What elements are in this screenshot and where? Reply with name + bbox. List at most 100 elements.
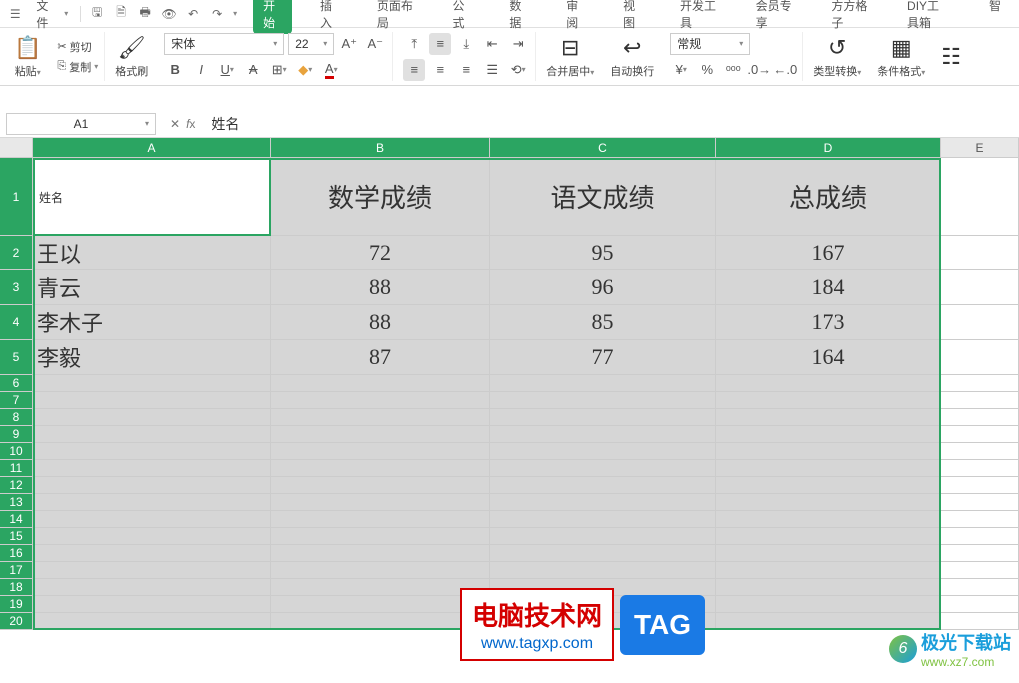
spreadsheet-grid[interactable]: ABCDE 1234567891011121314151617181920 姓名…: [0, 138, 1019, 683]
col-header-C[interactable]: C: [490, 138, 716, 158]
cell-E10[interactable]: [941, 443, 1019, 460]
undo-icon[interactable]: ↶: [185, 6, 201, 22]
cell-D17[interactable]: [716, 562, 941, 579]
cell-D13[interactable]: [716, 494, 941, 511]
row-header-9[interactable]: 9: [0, 426, 33, 443]
italic-button[interactable]: I: [190, 59, 212, 81]
row-header-16[interactable]: 16: [0, 545, 33, 562]
cell-E9[interactable]: [941, 426, 1019, 443]
cell-B9[interactable]: [271, 426, 490, 443]
cell-C11[interactable]: [490, 460, 716, 477]
cell-D11[interactable]: [716, 460, 941, 477]
bold-button[interactable]: B: [164, 59, 186, 81]
cell-D15[interactable]: [716, 528, 941, 545]
cond-format-button[interactable]: ▦ 条件格式▾: [871, 32, 931, 81]
cell-B15[interactable]: [271, 528, 490, 545]
cell-B19[interactable]: [271, 596, 490, 613]
cell-A2[interactable]: 王以: [33, 236, 271, 270]
cell-E4[interactable]: [941, 305, 1019, 340]
tab-formula[interactable]: 公式: [443, 0, 482, 34]
cell-B11[interactable]: [271, 460, 490, 477]
cell-E16[interactable]: [941, 545, 1019, 562]
cell-E8[interactable]: [941, 409, 1019, 426]
cell-D20[interactable]: [716, 613, 941, 630]
align-middle-icon[interactable]: ≡: [429, 33, 451, 55]
borders-button[interactable]: ⊞▾: [268, 59, 290, 81]
cell-D3[interactable]: 184: [716, 270, 941, 305]
row-header-10[interactable]: 10: [0, 443, 33, 460]
increase-indent-icon[interactable]: ⇥: [507, 33, 529, 55]
cell-E17[interactable]: [941, 562, 1019, 579]
row-header-6[interactable]: 6: [0, 375, 33, 392]
fx-icon[interactable]: fx: [186, 117, 195, 131]
cell-E19[interactable]: [941, 596, 1019, 613]
row-header-8[interactable]: 8: [0, 409, 33, 426]
cell-C9[interactable]: [490, 426, 716, 443]
print-icon[interactable]: 🖶: [137, 6, 153, 22]
tab-devtools[interactable]: 开发工具: [670, 0, 728, 34]
strikethrough-button[interactable]: A: [242, 59, 264, 81]
cell-E12[interactable]: [941, 477, 1019, 494]
redo-icon[interactable]: ↷: [209, 6, 225, 22]
cell-C5[interactable]: 77: [490, 340, 716, 375]
row-header-1[interactable]: 1: [0, 158, 33, 236]
row-header-20[interactable]: 20: [0, 613, 33, 630]
decrease-indent-icon[interactable]: ⇤: [481, 33, 503, 55]
row-header-12[interactable]: 12: [0, 477, 33, 494]
cell-D12[interactable]: [716, 477, 941, 494]
row-header-14[interactable]: 14: [0, 511, 33, 528]
align-left-icon[interactable]: ≡: [403, 59, 425, 81]
col-header-E[interactable]: E: [941, 138, 1019, 158]
cell-B6[interactable]: [271, 375, 490, 392]
cell-B5[interactable]: 87: [271, 340, 490, 375]
underline-button[interactable]: U▾: [216, 59, 238, 81]
save-as-icon[interactable]: 🗎: [113, 6, 129, 22]
increase-decimal-icon[interactable]: .0→: [748, 59, 770, 81]
cell-B13[interactable]: [271, 494, 490, 511]
cell-B2[interactable]: 72: [271, 236, 490, 270]
cell-B7[interactable]: [271, 392, 490, 409]
cancel-icon[interactable]: ✕: [170, 117, 180, 131]
col-header-A[interactable]: A: [33, 138, 271, 158]
copy-button[interactable]: ⎘复制▾: [57, 59, 98, 75]
cell-A13[interactable]: [33, 494, 271, 511]
cell-E18[interactable]: [941, 579, 1019, 596]
cell-A8[interactable]: [33, 409, 271, 426]
col-header-B[interactable]: B: [271, 138, 490, 158]
cell-D14[interactable]: [716, 511, 941, 528]
cell-C7[interactable]: [490, 392, 716, 409]
cell-B4[interactable]: 88: [271, 305, 490, 340]
percent-icon[interactable]: %: [696, 59, 718, 81]
cell-E15[interactable]: [941, 528, 1019, 545]
align-right-icon[interactable]: ≡: [455, 59, 477, 81]
name-box[interactable]: A1▾: [6, 113, 156, 135]
col-header-D[interactable]: D: [716, 138, 941, 158]
decrease-decimal-icon[interactable]: ←.0: [774, 59, 796, 81]
row-header-5[interactable]: 5: [0, 340, 33, 375]
cell-A16[interactable]: [33, 545, 271, 562]
row-header-15[interactable]: 15: [0, 528, 33, 545]
cell-A3[interactable]: 青云: [33, 270, 271, 305]
cell-B17[interactable]: [271, 562, 490, 579]
cell-B8[interactable]: [271, 409, 490, 426]
merge-center-button[interactable]: ⊟ 合并居中▾: [540, 32, 600, 81]
wrap-text-button[interactable]: ↩ 自动换行: [604, 32, 660, 81]
orientation-icon[interactable]: ⟲▾: [507, 59, 529, 81]
cell-D9[interactable]: [716, 426, 941, 443]
cell-C16[interactable]: [490, 545, 716, 562]
cell-D1[interactable]: 总成绩: [716, 158, 941, 236]
tab-smart[interactable]: 智: [979, 0, 1011, 34]
tab-start[interactable]: 开始: [253, 0, 292, 34]
cell-A7[interactable]: [33, 392, 271, 409]
cell-A1[interactable]: 姓名: [33, 158, 271, 236]
hamburger-icon[interactable]: ☰: [8, 6, 22, 22]
align-bottom-icon[interactable]: ⤓: [455, 33, 477, 55]
align-top-icon[interactable]: ⤒: [403, 33, 425, 55]
cell-A11[interactable]: [33, 460, 271, 477]
cell-A15[interactable]: [33, 528, 271, 545]
font-size-selector[interactable]: 22▾: [288, 33, 334, 55]
cell-D18[interactable]: [716, 579, 941, 596]
save-icon[interactable]: 🖫: [89, 6, 105, 22]
file-menu[interactable]: 文件▾: [26, 0, 72, 35]
cell-B3[interactable]: 88: [271, 270, 490, 305]
